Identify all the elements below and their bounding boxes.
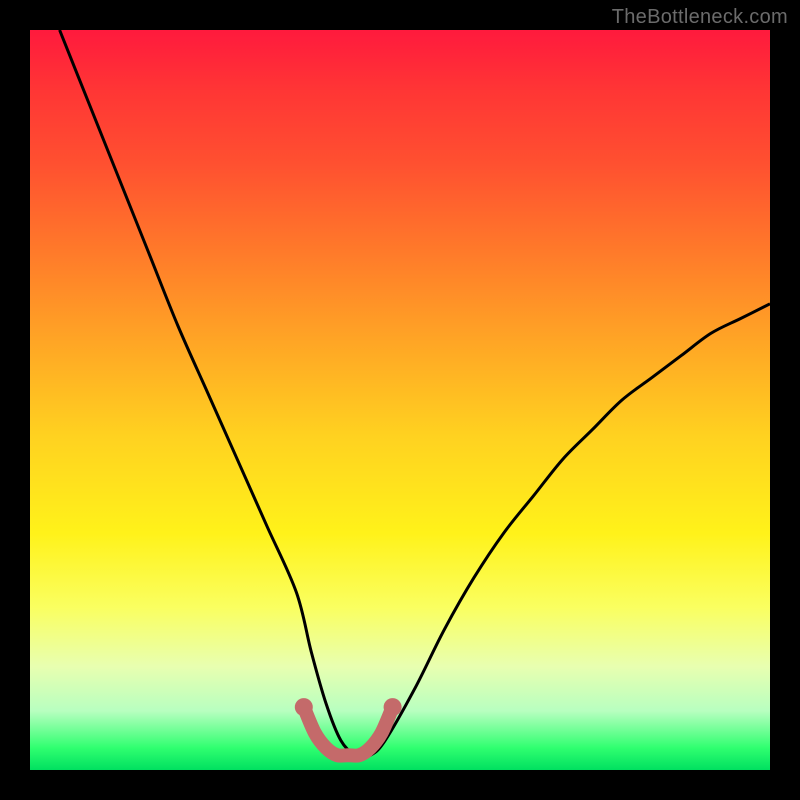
chart-frame: TheBottleneck.com (0, 0, 800, 800)
watermark-text: TheBottleneck.com (612, 6, 788, 29)
highlight-valley (304, 707, 393, 756)
curve-layer (30, 30, 770, 770)
highlight-end-dot (295, 698, 313, 716)
bottleneck-curve (60, 30, 770, 757)
plot-area (30, 30, 770, 770)
highlight-end-dot (384, 698, 402, 716)
